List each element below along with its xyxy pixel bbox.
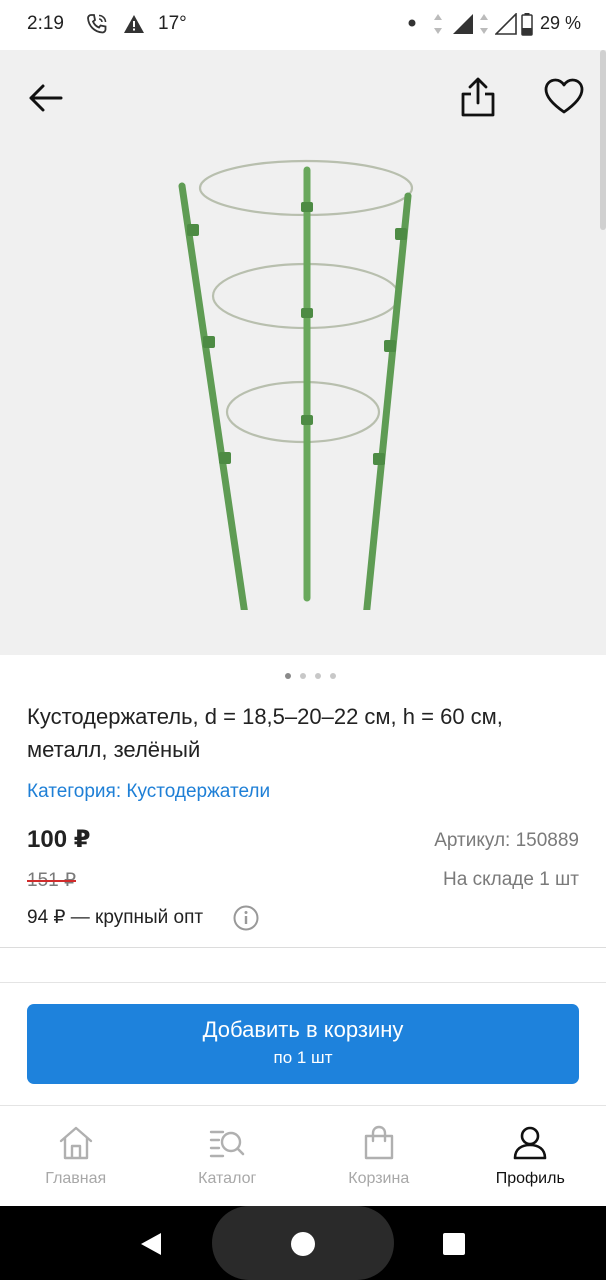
nav-catalog[interactable]: Каталог xyxy=(152,1106,304,1206)
arrow-left-icon[interactable] xyxy=(26,78,66,118)
battery-percentage: 29 % xyxy=(540,13,582,33)
data-arrows-icon-2 xyxy=(480,14,488,34)
nav-home[interactable]: Главная xyxy=(0,1106,152,1206)
wholesale-price: 94 ₽ — крупный опт xyxy=(27,907,204,928)
status-bar: 2:19 17° 29 % xyxy=(0,0,606,50)
carousel-dot[interactable] xyxy=(314,673,321,679)
stock-status: На складе 1 шт xyxy=(443,869,579,890)
old-price: 151 ₽ xyxy=(27,869,77,892)
nav-label-cart: Корзина xyxy=(348,1170,410,1187)
carousel-dot[interactable] xyxy=(329,673,336,679)
catalog-search-icon xyxy=(210,1130,245,1158)
scrollbar[interactable] xyxy=(600,50,606,230)
profile-icon xyxy=(513,1126,547,1160)
info-icon[interactable] xyxy=(233,905,259,931)
product-title: Кустодержатель, d = 18,5–20–22 см, h = 6… xyxy=(27,704,503,762)
signal-empty-icon xyxy=(495,13,517,35)
carousel-dot-active[interactable] xyxy=(284,673,291,679)
battery-icon xyxy=(521,13,533,36)
system-navigation-bar xyxy=(0,1206,606,1280)
signal-icon xyxy=(453,14,473,34)
nav-cart[interactable]: Корзина xyxy=(303,1106,455,1206)
article-number: Артикул: 150889 xyxy=(434,830,579,851)
product-image-gallery[interactable] xyxy=(0,50,606,655)
nav-label-profile: Профиль xyxy=(495,1170,565,1187)
add-to-cart-label: Добавить в корзину xyxy=(202,1017,404,1042)
carousel-dot[interactable] xyxy=(299,673,306,679)
product-price: 100 ₽ xyxy=(27,826,91,853)
system-back-icon[interactable] xyxy=(138,1231,164,1257)
share-icon[interactable] xyxy=(458,76,498,118)
bottom-navigation: Главная Каталог Корзина Профиль xyxy=(0,1106,606,1206)
data-arrows-icon xyxy=(434,14,442,34)
carousel-dots xyxy=(0,670,606,682)
add-to-cart-button[interactable]: Добавить в корзину по 1 шт xyxy=(27,1004,579,1084)
divider xyxy=(0,947,606,948)
category-link[interactable]: Категория: Кустодержатели xyxy=(27,781,270,803)
cart-bag-icon xyxy=(364,1125,393,1160)
phone-wifi-call-icon xyxy=(87,14,107,34)
warning-icon xyxy=(124,15,144,33)
heart-icon[interactable] xyxy=(543,76,585,118)
home-icon xyxy=(59,1126,92,1160)
strikethrough-line xyxy=(27,880,77,882)
nav-profile[interactable]: Профиль xyxy=(455,1106,606,1206)
nav-label-home: Главная xyxy=(45,1170,107,1187)
status-temperature: 17° xyxy=(158,13,187,34)
system-recents-icon[interactable] xyxy=(442,1232,466,1256)
status-time: 2:19 xyxy=(27,13,64,34)
system-home-icon[interactable] xyxy=(290,1231,316,1257)
nav-label-catalog: Каталог xyxy=(198,1170,257,1187)
add-to-cart-quantity: по 1 шт xyxy=(273,1048,333,1067)
dot-icon xyxy=(408,19,416,27)
product-image xyxy=(178,159,414,610)
divider xyxy=(0,982,606,983)
